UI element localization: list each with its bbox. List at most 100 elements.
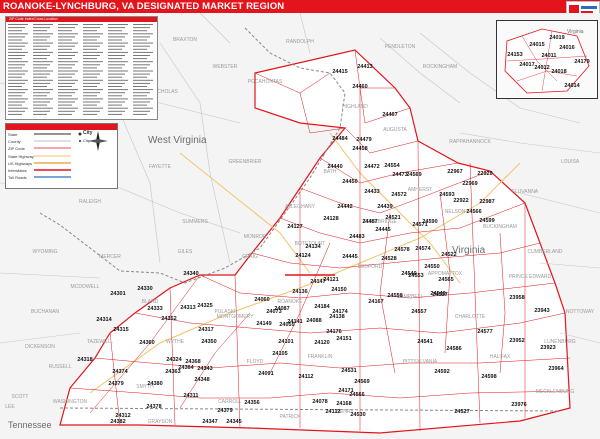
zip-label[interactable]: 24472: [364, 164, 379, 170]
zip-label[interactable]: 24541: [417, 339, 432, 345]
zip-label[interactable]: 24318: [77, 357, 92, 363]
zip-label[interactable]: 24101: [278, 339, 293, 345]
zip-label[interactable]: 24586: [446, 346, 461, 352]
zip-label[interactable]: 24483: [349, 234, 364, 240]
zip-label[interactable]: 24558: [387, 293, 402, 299]
zip-label[interactable]: 24440: [327, 164, 342, 170]
zip-label[interactable]: 24168: [336, 401, 351, 407]
zip-label[interactable]: 24348: [194, 377, 209, 383]
zip-label[interactable]: 23964: [548, 366, 564, 372]
zip-label[interactable]: 24176: [326, 329, 341, 335]
zip-label[interactable]: 24368: [185, 359, 200, 365]
zip-label[interactable]: 24314: [96, 317, 112, 323]
zip-label[interactable]: 24060: [254, 297, 269, 303]
zip-label[interactable]: 24055: [279, 322, 294, 328]
inset-zip-label[interactable]: 24015: [529, 42, 544, 48]
zip-label[interactable]: 24167: [368, 299, 383, 305]
zip-label[interactable]: 24382: [110, 419, 125, 425]
zip-label[interactable]: 24487: [362, 219, 377, 225]
inset-zip-label[interactable]: 24179: [574, 59, 589, 65]
zip-label[interactable]: 23958: [509, 295, 524, 301]
zip-label[interactable]: 23976: [511, 402, 526, 408]
zip-label[interactable]: 24325: [197, 303, 212, 309]
zip-label[interactable]: 24578: [394, 247, 409, 253]
zip-label[interactable]: 24112: [299, 374, 314, 380]
inset-zip-label[interactable]: 24014: [564, 83, 580, 89]
zip-label[interactable]: 22987: [479, 199, 494, 205]
zip-label[interactable]: 24445: [342, 254, 357, 260]
zip-label[interactable]: 24530: [350, 412, 365, 418]
zip-label[interactable]: 24374: [112, 369, 128, 375]
zip-label[interactable]: 24413: [357, 64, 372, 70]
zip-label[interactable]: 22967: [447, 169, 462, 175]
inset-zip-label[interactable]: 24016: [559, 45, 574, 51]
zip-label[interactable]: 24557: [411, 309, 426, 315]
zip-label[interactable]: 24087: [274, 306, 289, 312]
zip-label[interactable]: 24522: [441, 252, 456, 258]
zip-label[interactable]: 24136: [292, 289, 307, 295]
zip-label[interactable]: 24577: [477, 329, 492, 335]
zip-label[interactable]: 24521: [385, 215, 400, 221]
zip-label[interactable]: 24467: [382, 112, 397, 118]
zip-label[interactable]: 24315: [113, 327, 128, 333]
inset-zip-label[interactable]: 24017: [519, 62, 534, 68]
zip-label[interactable]: 24324: [166, 357, 182, 363]
zip-label[interactable]: 24574: [415, 246, 431, 252]
zip-label[interactable]: 24484: [332, 136, 348, 142]
zip-label[interactable]: 24124: [295, 253, 311, 259]
inset-zip-label[interactable]: 24012: [534, 65, 549, 71]
zip-label[interactable]: 24460: [352, 84, 367, 90]
zip-label[interactable]: 24333: [147, 306, 162, 312]
inset-zip-label[interactable]: 24153: [507, 52, 522, 58]
zip-label[interactable]: 22920: [477, 171, 492, 177]
zip-label[interactable]: 24317: [198, 327, 213, 333]
zip-label[interactable]: 24128: [323, 216, 338, 222]
zip-label[interactable]: 24549: [430, 291, 445, 297]
zip-label[interactable]: 24379: [217, 408, 232, 414]
zip-label[interactable]: 24078: [312, 399, 327, 405]
zip-label[interactable]: 24121: [323, 277, 338, 283]
zip-label[interactable]: 24572: [391, 192, 406, 198]
zip-label[interactable]: 24550: [424, 264, 439, 270]
zip-label[interactable]: 24566: [466, 209, 481, 215]
zip-label[interactable]: 24598: [481, 374, 496, 380]
zip-label[interactable]: 24088: [306, 318, 321, 324]
zip-label[interactable]: 24473: [392, 172, 407, 178]
zip-label[interactable]: 24569: [354, 379, 369, 385]
zip-label[interactable]: 23923: [540, 345, 555, 351]
zip-label[interactable]: 24174: [332, 309, 348, 315]
inset-zip-label[interactable]: 24011: [542, 53, 557, 59]
zip-label[interactable]: 24360: [139, 340, 154, 346]
zip-label[interactable]: 24439: [377, 204, 392, 210]
zip-label[interactable]: 23952: [509, 338, 524, 344]
zip-label[interactable]: 24312: [115, 413, 130, 419]
zip-label[interactable]: 24149: [256, 321, 271, 327]
zip-label[interactable]: 24565: [438, 277, 453, 283]
zip-label[interactable]: 24343: [197, 366, 212, 372]
zip-label[interactable]: 24458: [352, 146, 367, 152]
zip-label[interactable]: 24151: [336, 336, 351, 342]
zip-label[interactable]: 24356: [244, 400, 259, 406]
zip-label[interactable]: 24150: [331, 287, 346, 293]
zip-label[interactable]: 24378: [146, 404, 161, 410]
inset-zip-label[interactable]: 24019: [549, 35, 564, 41]
zip-label[interactable]: 24352: [161, 316, 176, 322]
zip-label[interactable]: 24311: [184, 393, 199, 399]
zip-label[interactable]: 24350: [201, 339, 216, 345]
zip-label[interactable]: 24528: [381, 256, 396, 262]
inset-zip-label[interactable]: 24018: [551, 69, 566, 75]
zip-label[interactable]: 24112: [326, 409, 341, 415]
zip-label[interactable]: 24345: [226, 419, 241, 425]
zip-label[interactable]: 24134: [305, 244, 321, 250]
inset-map[interactable]: Virginia 24015 24016 24012 24017 24018 24014 2…: [496, 20, 598, 99]
zip-label[interactable]: 24415: [332, 69, 347, 75]
zip-label[interactable]: 22969: [462, 181, 477, 187]
zip-label[interactable]: 24091: [258, 371, 273, 377]
zip-label[interactable]: 24379: [108, 381, 123, 387]
zip-label[interactable]: 24592: [434, 369, 449, 375]
zip-label[interactable]: 24105: [272, 351, 287, 357]
zip-label[interactable]: 24340: [183, 271, 198, 277]
zip-label[interactable]: 24527: [454, 409, 469, 415]
zip-label[interactable]: 24184: [314, 304, 330, 310]
zip-label[interactable]: 24479: [356, 137, 371, 143]
